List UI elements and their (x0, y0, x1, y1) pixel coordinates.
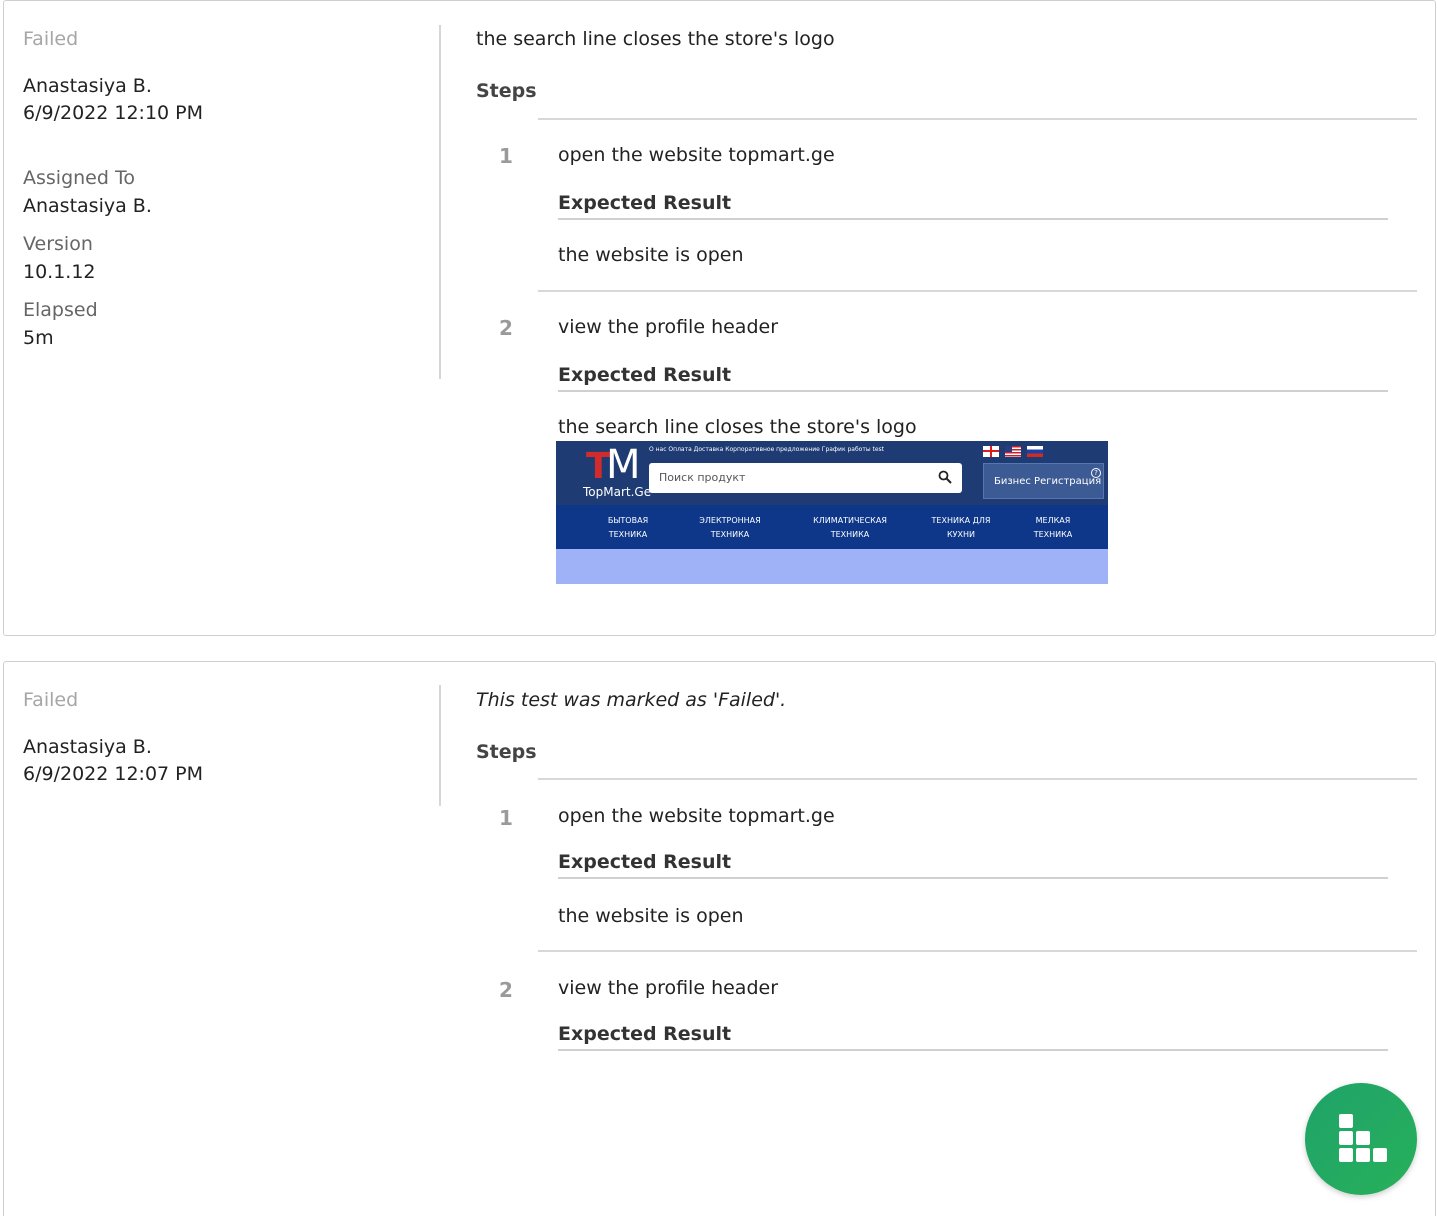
nav-line: ТЕХНИКА (830, 530, 870, 539)
nav-line: КЛИМАТИЧЕСКАЯ (813, 516, 887, 525)
step-number: 2 (499, 316, 513, 340)
step-separator (538, 118, 1417, 120)
site-nav: БЫТОВАЯ ТЕХНИКА ЭЛЕКТРОННАЯ ТЕХНИКА КЛИМАТ… (556, 505, 1108, 549)
result-date: 6/9/2022 12:10 PM (23, 102, 204, 124)
expected-result-text: the website is open (558, 905, 744, 927)
nav-line: МЕЛКАЯ (1035, 516, 1071, 525)
elapsed-value: 5m (23, 327, 54, 349)
nav-line: ТЕХНИКА (710, 530, 750, 539)
nav-line: ЭЛЕКТРОННАЯ (699, 516, 761, 525)
nav-line: КУХНИ (946, 530, 976, 539)
business-registration-label: Бизнес Регистрация (994, 476, 1102, 487)
step-text: view the profile header (558, 977, 779, 999)
steps-heading: Steps (476, 739, 1417, 765)
step-separator (538, 778, 1417, 780)
site-nav-item: КЛИМАТИЧЕСКАЯ ТЕХНИКА (799, 514, 901, 542)
step-number: 1 (499, 806, 513, 830)
author-name: Anastasiya B. (23, 75, 152, 97)
expected-result-text: the website is open (558, 244, 744, 266)
help-icon: ? (1091, 468, 1101, 478)
step-text: view the profile header (558, 316, 779, 338)
site-logo-m: M (606, 442, 641, 488)
column-divider (439, 25, 441, 379)
status-label: Failed (23, 689, 79, 711)
site-nav-item: БЫТОВАЯ ТЕХНИКА (590, 514, 666, 542)
search-icon (938, 470, 952, 484)
nav-line: ТЕХНИКА (608, 530, 648, 539)
step-separator (538, 290, 1417, 292)
result-meta: Failed Anastasiya B. 6/9/2022 12:07 PM (23, 687, 423, 787)
nav-line: ТЕХНИКА ДЛЯ (931, 516, 991, 525)
comment-text: This test was marked as 'Failed'. (476, 689, 787, 711)
business-registration-button: Бизнес Регистрация (983, 463, 1104, 499)
assigned-to-label: Assigned To (23, 167, 135, 189)
version-label: Version (23, 233, 93, 255)
georgia-flag-icon (983, 446, 999, 457)
column-divider (439, 685, 441, 806)
step-number: 2 (499, 978, 513, 1002)
comment-text: the search line closes the store's logo (476, 28, 835, 50)
usa-flag-icon (1005, 446, 1021, 457)
site-banner-strip (556, 549, 1108, 584)
steps-title: Steps (476, 80, 537, 102)
step-number: 1 (499, 144, 513, 168)
expected-result-title: Expected Result (558, 1021, 1388, 1051)
site-nav-item: ЭЛЕКТРОННАЯ ТЕХНИКА (686, 514, 774, 542)
expected-result-title: Expected Result (558, 190, 1388, 220)
result-meta: Failed Anastasiya B. 6/9/2022 12:10 PM A… (23, 26, 423, 352)
site-search-placeholder: Поиск продукт (659, 471, 746, 484)
site-nav-item: ТЕХНИКА ДЛЯ КУХНИ (919, 514, 1003, 542)
expected-result-title: Expected Result (558, 362, 1388, 392)
site-logo-name: TopMart.Ge (583, 485, 652, 499)
attachment-screenshot[interactable]: T M TopMart.Ge О нас Оплата Доставка Кор… (556, 441, 1108, 584)
result-comment: the search line closes the store's logo (476, 26, 1417, 52)
version-value: 10.1.12 (23, 261, 96, 283)
site-top-links: О нас Оплата Доставка Корпоративное пред… (649, 446, 885, 453)
nav-line: ТЕХНИКА (1033, 530, 1073, 539)
result-comment: This test was marked as 'Failed'. (476, 687, 1417, 713)
author-name: Anastasiya B. (23, 736, 152, 758)
steps-title: Steps (476, 741, 537, 763)
nav-line: БЫТОВАЯ (607, 516, 649, 525)
russia-flag-icon (1027, 446, 1043, 457)
result-date: 6/9/2022 12:07 PM (23, 763, 204, 785)
floating-action-button[interactable] (1305, 1083, 1417, 1195)
elapsed-label: Elapsed (23, 299, 98, 321)
site-search-box: Поиск продукт (649, 463, 962, 493)
assigned-to-value: Anastasiya B. (23, 195, 152, 217)
site-nav-item: МЕЛКАЯ ТЕХНИКА (1018, 514, 1088, 542)
step-separator (538, 950, 1417, 952)
step-text: open the website topmart.ge (558, 144, 835, 166)
step-text: open the website topmart.ge (558, 805, 835, 827)
steps-heading: Steps (476, 78, 1417, 104)
expected-result-title: Expected Result (558, 849, 1388, 879)
expected-result-text: the search line closes the store's logo (558, 416, 917, 438)
status-label: Failed (23, 28, 79, 50)
